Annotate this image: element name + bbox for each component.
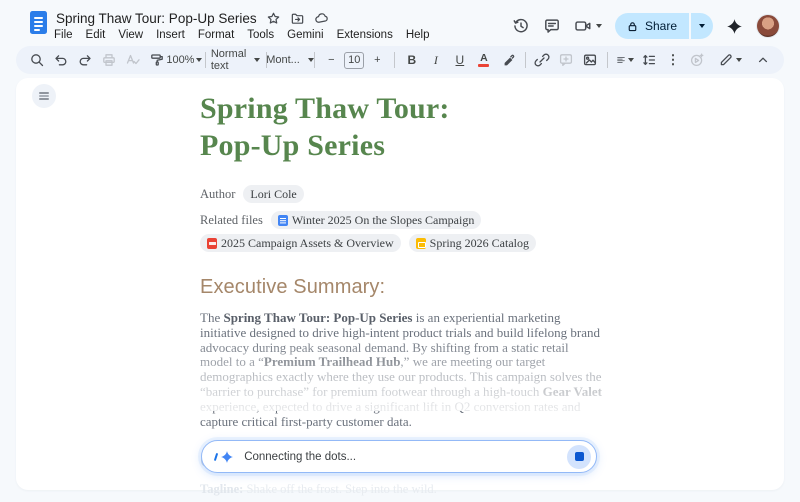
outline-toggle-button[interactable]: [32, 84, 56, 108]
docs-file-icon: [278, 215, 288, 226]
related-file-chip[interactable]: 2025 Campaign Assets & Overview: [200, 234, 401, 252]
document-canvas[interactable]: Spring Thaw Tour: Pop-Up Series Author L…: [16, 78, 784, 490]
undo-button[interactable]: [50, 49, 72, 71]
video-call-button[interactable]: [574, 17, 602, 35]
summary-paragraph[interactable]: The Spring Thaw Tour: Pop-Up Series is a…: [200, 311, 604, 429]
related-file-chip[interactable]: Winter 2025 On the Slopes Campaign: [271, 211, 482, 229]
highlight-color-button[interactable]: [497, 49, 519, 71]
toolbar-divider: [205, 52, 206, 68]
stop-icon: [575, 452, 584, 461]
zoom-select[interactable]: 100%: [170, 49, 199, 71]
related-files-row: Related files Winter 2025 On the Slopes …: [200, 211, 620, 252]
menu-edit[interactable]: Edit: [86, 29, 106, 41]
menu-file[interactable]: File: [54, 29, 73, 41]
redo-button[interactable]: [74, 49, 96, 71]
executive-summary-heading[interactable]: Executive Summary:: [200, 276, 604, 299]
more-options-button[interactable]: ⋮: [662, 49, 684, 71]
menu-format[interactable]: Format: [198, 29, 234, 41]
print-button[interactable]: [98, 49, 120, 71]
share-dropdown-button[interactable]: [691, 13, 713, 39]
line-spacing-button[interactable]: [638, 49, 660, 71]
video-call-caret-icon[interactable]: [596, 24, 602, 28]
faded-tagline[interactable]: Tagline: Shake off the frost. Step into …: [200, 482, 604, 497]
add-comment-button[interactable]: [555, 49, 577, 71]
stop-generating-button[interactable]: [567, 445, 591, 469]
activity-icon[interactable]: [686, 49, 708, 71]
search-menus-button[interactable]: [26, 49, 48, 71]
gemini-spark-icon: [215, 450, 234, 464]
increase-font-size-button[interactable]: +: [366, 49, 388, 71]
share-label: Share: [645, 19, 677, 33]
insert-link-button[interactable]: [531, 49, 553, 71]
app-header: Spring Thaw Tour: Pop-Up Series File Edi…: [0, 0, 800, 46]
paint-format-button[interactable]: [146, 49, 168, 71]
cloud-saved-icon[interactable]: [314, 11, 330, 26]
star-icon[interactable]: [266, 11, 281, 26]
related-file-chip[interactable]: Spring 2026 Catalog: [409, 234, 536, 252]
font-select[interactable]: Mont...: [272, 49, 307, 71]
font-size-input[interactable]: 10: [344, 52, 364, 69]
menu-view[interactable]: View: [118, 29, 143, 41]
toolbar-divider: [314, 52, 315, 68]
google-docs-logo-icon[interactable]: [30, 11, 47, 34]
menu-extensions[interactable]: Extensions: [337, 29, 393, 41]
document-title[interactable]: Spring Thaw Tour: Pop-Up Series: [56, 11, 257, 26]
comments-icon[interactable]: [543, 17, 561, 35]
italic-button[interactable]: I: [425, 49, 447, 71]
collapse-toolbar-button[interactable]: [752, 49, 774, 71]
author-chip[interactable]: Lori Cole: [243, 185, 303, 203]
toolbar-divider: [607, 52, 608, 68]
menu-bar: File Edit View Insert Format Tools Gemin…: [54, 29, 429, 41]
pdf-file-icon: [207, 238, 217, 249]
lock-icon: [626, 20, 639, 33]
move-folder-icon[interactable]: [290, 11, 305, 26]
underline-button[interactable]: U: [449, 49, 471, 71]
insert-image-button[interactable]: [579, 49, 601, 71]
share-button[interactable]: Share: [615, 13, 713, 39]
version-history-icon[interactable]: [512, 17, 530, 35]
text-color-button[interactable]: A: [473, 49, 495, 71]
cursor-tick-icon: [214, 452, 219, 460]
related-files-label[interactable]: Related files: [200, 213, 263, 228]
doc-heading-title[interactable]: Spring Thaw Tour: Pop-Up Series: [200, 90, 604, 164]
author-label[interactable]: Author: [200, 187, 235, 202]
author-row: Author Lori Cole: [200, 185, 604, 203]
decrease-font-size-button[interactable]: −: [320, 49, 342, 71]
menu-insert[interactable]: Insert: [156, 29, 185, 41]
menu-gemini[interactable]: Gemini: [287, 29, 323, 41]
menu-tools[interactable]: Tools: [247, 29, 274, 41]
account-avatar[interactable]: [756, 14, 780, 38]
bold-button[interactable]: B: [401, 49, 423, 71]
toolbar-divider: [525, 52, 526, 68]
slides-file-icon: [416, 238, 426, 249]
gemini-star-icon[interactable]: [726, 18, 743, 35]
menu-help[interactable]: Help: [406, 29, 430, 41]
styles-select[interactable]: Normal text: [211, 49, 259, 71]
format-toolbar: 100% Normal text Mont... − 10 + B I U A …: [16, 46, 784, 74]
align-button[interactable]: [614, 49, 636, 71]
editing-mode-button[interactable]: [716, 49, 744, 71]
gemini-status-bar[interactable]: Connecting the dots...: [201, 440, 597, 473]
gemini-status-text: Connecting the dots...: [244, 451, 356, 463]
toolbar-divider: [394, 52, 395, 68]
spellcheck-button[interactable]: [122, 49, 144, 71]
